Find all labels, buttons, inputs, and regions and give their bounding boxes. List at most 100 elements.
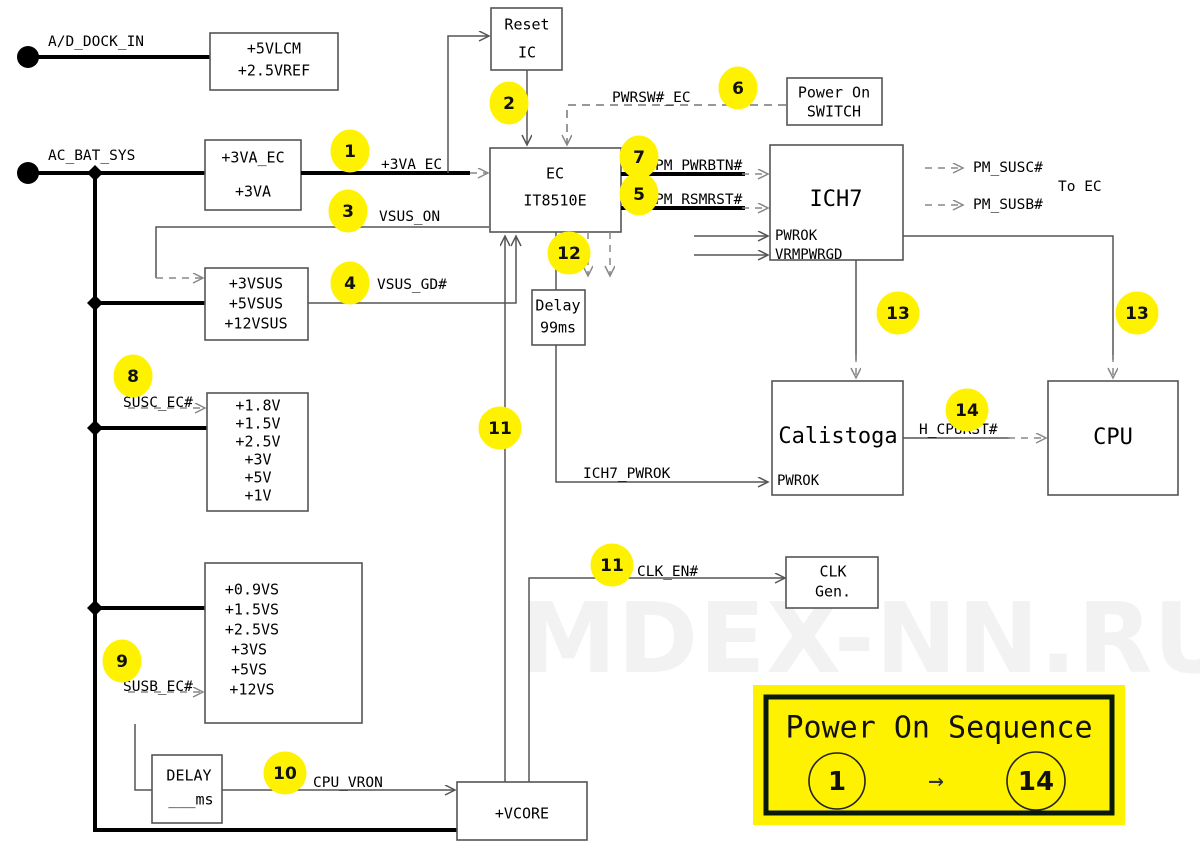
block-reset-ic: Reset IC <box>490 7 563 71</box>
rail-line1: +1.8V <box>235 397 280 415</box>
ec-line1: EC <box>546 165 564 183</box>
vs-line5: +5VS <box>231 661 267 679</box>
label-pm-susb: PM_SUSB# <box>973 197 1043 213</box>
label-3va-ec: +3VA_EC <box>381 157 442 173</box>
label-clk-en: CLK_EN# <box>637 564 698 580</box>
block-core-rails: +1.8V +1.5V +2.5V +3V +5V +1V <box>206 392 309 512</box>
step-marker-label-5: 5 <box>633 185 645 205</box>
label-cpu-vron: CPU_VRON <box>313 775 383 791</box>
wire-vs-to-delay <box>134 724 152 791</box>
vcore-label: +VCORE <box>495 805 549 823</box>
vs-line1: +0.9VS <box>225 581 279 599</box>
wire-pwrsw-ec <box>567 104 786 145</box>
label-ac-bat-sys: AC_BAT_SYS <box>48 148 135 164</box>
reset-line1: Reset <box>504 16 549 34</box>
rail-line4: +3V <box>244 451 271 469</box>
block-ec: EC IT8510E <box>489 147 622 233</box>
junction-diamond-1 <box>87 165 103 181</box>
step-marker-label-4: 4 <box>344 274 356 294</box>
vs-line4: +3VS <box>231 641 267 659</box>
step-marker-label-7: 7 <box>633 148 645 168</box>
junction-diamond-3 <box>87 420 103 436</box>
legend-title: Power On Sequence <box>785 711 1092 746</box>
vlcm-line1: +5VLCM <box>247 40 301 58</box>
vsus-line3: +12VSUS <box>224 315 287 333</box>
ich7-pin-pwrok: PWROK <box>775 228 818 244</box>
step-marker-label-11: 11 <box>600 556 624 576</box>
delayblank-line2: ___ms <box>168 791 213 809</box>
switch-line2: SWITCH <box>807 103 861 121</box>
ich7-pin-vrmpwrgd: VRMPWRGD <box>775 247 842 263</box>
block-calistoga: Calistoga PWROK <box>771 380 904 496</box>
block-cpu: CPU <box>1047 380 1179 496</box>
wire-h-pwrgd <box>903 235 1114 360</box>
junction-diamond-4 <box>87 600 103 616</box>
delay99-line1: Delay <box>535 297 580 315</box>
block-delay99: Delay 99ms <box>531 289 586 346</box>
legend-arrow-icon: → <box>928 766 944 796</box>
label-pm-pwrbtn: PM_PWRBTN# <box>655 158 743 174</box>
block-delay-blank: DELAY ___ms <box>151 754 223 824</box>
step-marker-label-9: 9 <box>116 652 128 672</box>
vs-line2: +1.5VS <box>225 601 279 619</box>
vsus-line2: +5VSUS <box>229 295 283 313</box>
label-ad-dock-in: A/D_DOCK_IN <box>48 34 144 50</box>
label-to-ec: To EC <box>1058 179 1102 195</box>
step-marker-label-13: 13 <box>1125 304 1149 324</box>
wire-ich7-pwrok-calistoga <box>555 345 768 482</box>
step-marker-label-8: 8 <box>127 367 139 387</box>
vs-line6: +12VS <box>229 681 274 699</box>
vs-line3: +2.5VS <box>225 621 279 639</box>
rail-line5: +5V <box>244 469 271 487</box>
block-vlcm: +5VLCM +2.5VREF <box>209 32 339 91</box>
vlcm-line2: +2.5VREF <box>238 62 310 80</box>
calistoga-pin-pwrok: PWROK <box>777 473 820 489</box>
delayblank-line1: DELAY <box>166 767 211 785</box>
va-line2: +3VA <box>235 183 271 201</box>
diagram-canvas: MDEX-NN.RU A/D_DOCK_IN AC_BAT_SYS +5VLCM… <box>0 0 1200 854</box>
label-pm-susc: PM_SUSC# <box>973 160 1043 176</box>
legend-power-on-sequence: Power On Sequence 1 → 14 <box>753 685 1125 825</box>
rail-line6: +1V <box>244 487 271 505</box>
clk-line2: Gen. <box>815 583 851 601</box>
step-marker-label-11: 11 <box>488 419 512 439</box>
step-marker-label-3: 3 <box>342 202 354 222</box>
block-power-switch[interactable]: Power On SWITCH <box>786 77 883 126</box>
junction-diamond-2 <box>87 295 103 311</box>
ich7-label: ICH7 <box>810 187 863 212</box>
step-marker-label-10: 10 <box>273 764 297 784</box>
wire-3va-to-reset <box>447 36 489 173</box>
block-clk-gen: CLK Gen. <box>785 556 879 609</box>
cpu-label: CPU <box>1093 425 1133 450</box>
step-marker-label-2: 2 <box>503 94 515 114</box>
legend-to: 14 <box>1018 767 1054 797</box>
block-vs-rails: +0.9VS +1.5VS +2.5VS +3VS +5VS +12VS <box>204 562 363 724</box>
label-vsus-gd: VSUS_GD# <box>377 277 447 293</box>
step-marker-label-6: 6 <box>732 79 744 99</box>
step-marker-label-12: 12 <box>557 244 581 264</box>
label-susb-ec: SUSB_EC# <box>123 679 193 695</box>
calistoga-label: Calistoga <box>778 424 897 449</box>
vsus-line1: +3VSUS <box>229 275 283 293</box>
ec-line2: IT8510E <box>523 192 586 210</box>
block-vsus: +3VSUS +5VSUS +12VSUS <box>204 267 309 341</box>
legend-from: 1 <box>828 767 846 797</box>
step-marker-label-13: 13 <box>886 304 910 324</box>
switch-line1: Power On <box>798 84 870 102</box>
rail-line3: +2.5V <box>235 433 280 451</box>
clk-line1: CLK <box>819 563 846 581</box>
power-on-sequence-diagram: MDEX-NN.RU A/D_DOCK_IN AC_BAT_SYS +5VLCM… <box>17 7 1200 841</box>
step-marker-label-1: 1 <box>344 142 356 162</box>
step-marker-label-14: 14 <box>955 401 979 421</box>
block-va: +3VA_EC +3VA <box>204 139 302 211</box>
va-line1: +3VA_EC <box>221 149 284 167</box>
label-vsus-on: VSUS_ON <box>379 209 440 225</box>
delay99-line2: 99ms <box>540 319 576 337</box>
label-ich7-pwrok: ICH7_PWROK <box>583 466 671 482</box>
block-vcore: +VCORE <box>456 781 588 841</box>
block-ich7: ICH7 PWROK VRMPWRGD <box>769 144 904 263</box>
label-pm-rsmrst: PM_RSMRST# <box>655 192 743 208</box>
label-pwrsw-ec: PWRSW#_EC <box>612 90 691 106</box>
reset-line2: IC <box>518 44 536 62</box>
rail-line2: +1.5V <box>235 415 280 433</box>
